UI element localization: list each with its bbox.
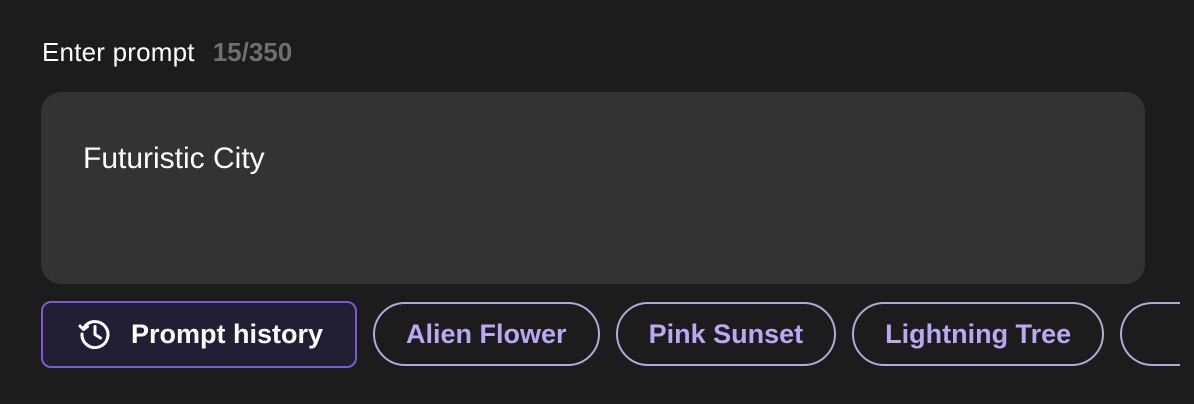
suggestion-chips: Prompt history Alien Flower Pink Sunset … [41, 300, 1181, 368]
suggestion-chip-label: Alien Flower [406, 318, 567, 349]
prompt-history-label: Prompt history [131, 318, 324, 349]
history-icon [77, 316, 113, 352]
prompt-input-value: Futuristic City [83, 142, 265, 175]
suggestion-chip-overflow[interactable] [1120, 302, 1181, 366]
suggestion-chip-lightning-tree[interactable]: Lightning Tree [852, 302, 1105, 366]
prompt-panel: Enter prompt 15/350 Futuristic City Prom… [0, 0, 1194, 404]
suggestion-chip-label: Pink Sunset [648, 318, 804, 349]
prompt-label: Enter prompt [42, 36, 195, 67]
suggestion-chip-pink-sunset[interactable]: Pink Sunset [615, 302, 837, 366]
prompt-history-button[interactable]: Prompt history [41, 300, 358, 368]
prompt-header: Enter prompt 15/350 [42, 34, 292, 70]
character-counter: 15/350 [212, 36, 293, 67]
prompt-input[interactable]: Futuristic City [41, 92, 1145, 284]
suggestion-chip-label: Lightning Tree [885, 318, 1072, 349]
suggestion-chip-alien-flower[interactable]: Alien Flower [373, 302, 600, 366]
